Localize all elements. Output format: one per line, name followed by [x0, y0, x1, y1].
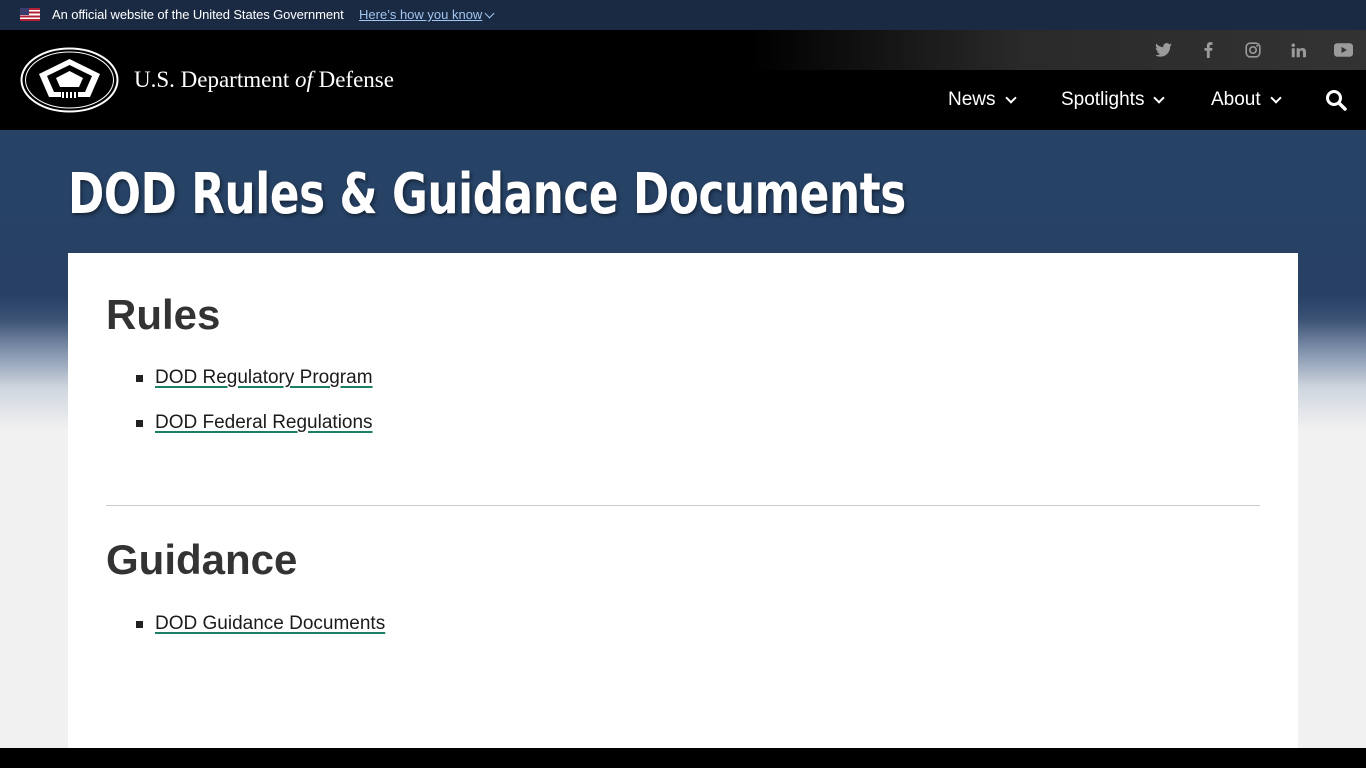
- chevron-down-icon: [1004, 91, 1017, 104]
- search-icon[interactable]: [1325, 89, 1347, 111]
- list-bullet: [136, 375, 143, 382]
- rules-heading: Rules: [106, 291, 221, 338]
- guidance-heading: Guidance: [106, 536, 298, 583]
- instagram-icon[interactable]: [1243, 40, 1263, 60]
- facebook-icon[interactable]: [1198, 40, 1218, 60]
- site-title-suffix: Defense: [312, 67, 394, 92]
- us-flag-icon: [20, 8, 40, 21]
- site-title[interactable]: U.S. Department of Defense: [134, 67, 394, 93]
- site-title-prefix: U.S. Department: [134, 67, 295, 92]
- nav-about[interactable]: About: [1211, 88, 1282, 112]
- social-bar: [0, 30, 1366, 70]
- how-you-know-link[interactable]: Here’s how you know: [359, 7, 482, 22]
- footer-strip: [0, 748, 1366, 768]
- site-title-of: of: [294, 67, 313, 92]
- nav-news[interactable]: News: [948, 88, 1017, 112]
- youtube-icon[interactable]: [1333, 40, 1353, 60]
- site-header: U.S. Department of Defense News Spotligh…: [0, 30, 1366, 130]
- section-divider: [106, 505, 1260, 506]
- dod-seal-logo[interactable]: [20, 47, 119, 113]
- list-bullet: [136, 420, 143, 427]
- chevron-down-icon: [1269, 91, 1282, 104]
- nav-about-label: About: [1211, 89, 1261, 110]
- nav-news-label: News: [948, 89, 996, 110]
- twitter-icon[interactable]: [1153, 40, 1173, 60]
- nav-spotlights[interactable]: Spotlights: [1061, 88, 1166, 112]
- list-bullet: [136, 621, 143, 628]
- gov-banner: An official website of the United States…: [0, 0, 1366, 30]
- content-card: Rules DOD Regulatory Program DOD Federal…: [68, 253, 1298, 748]
- dod-regulatory-program-link[interactable]: DOD Regulatory Program: [155, 367, 373, 389]
- page-title: DOD Rules & Guidance Documents: [68, 162, 906, 227]
- dod-guidance-documents-link[interactable]: DOD Guidance Documents: [155, 613, 385, 635]
- chevron-down-icon: [1153, 91, 1166, 104]
- nav-spotlights-label: Spotlights: [1061, 89, 1145, 110]
- linkedin-icon[interactable]: [1288, 40, 1308, 60]
- dod-federal-regulations-link[interactable]: DOD Federal Regulations: [155, 412, 373, 434]
- chevron-down-icon[interactable]: [484, 8, 495, 19]
- official-website-text: An official website of the United States…: [52, 7, 344, 22]
